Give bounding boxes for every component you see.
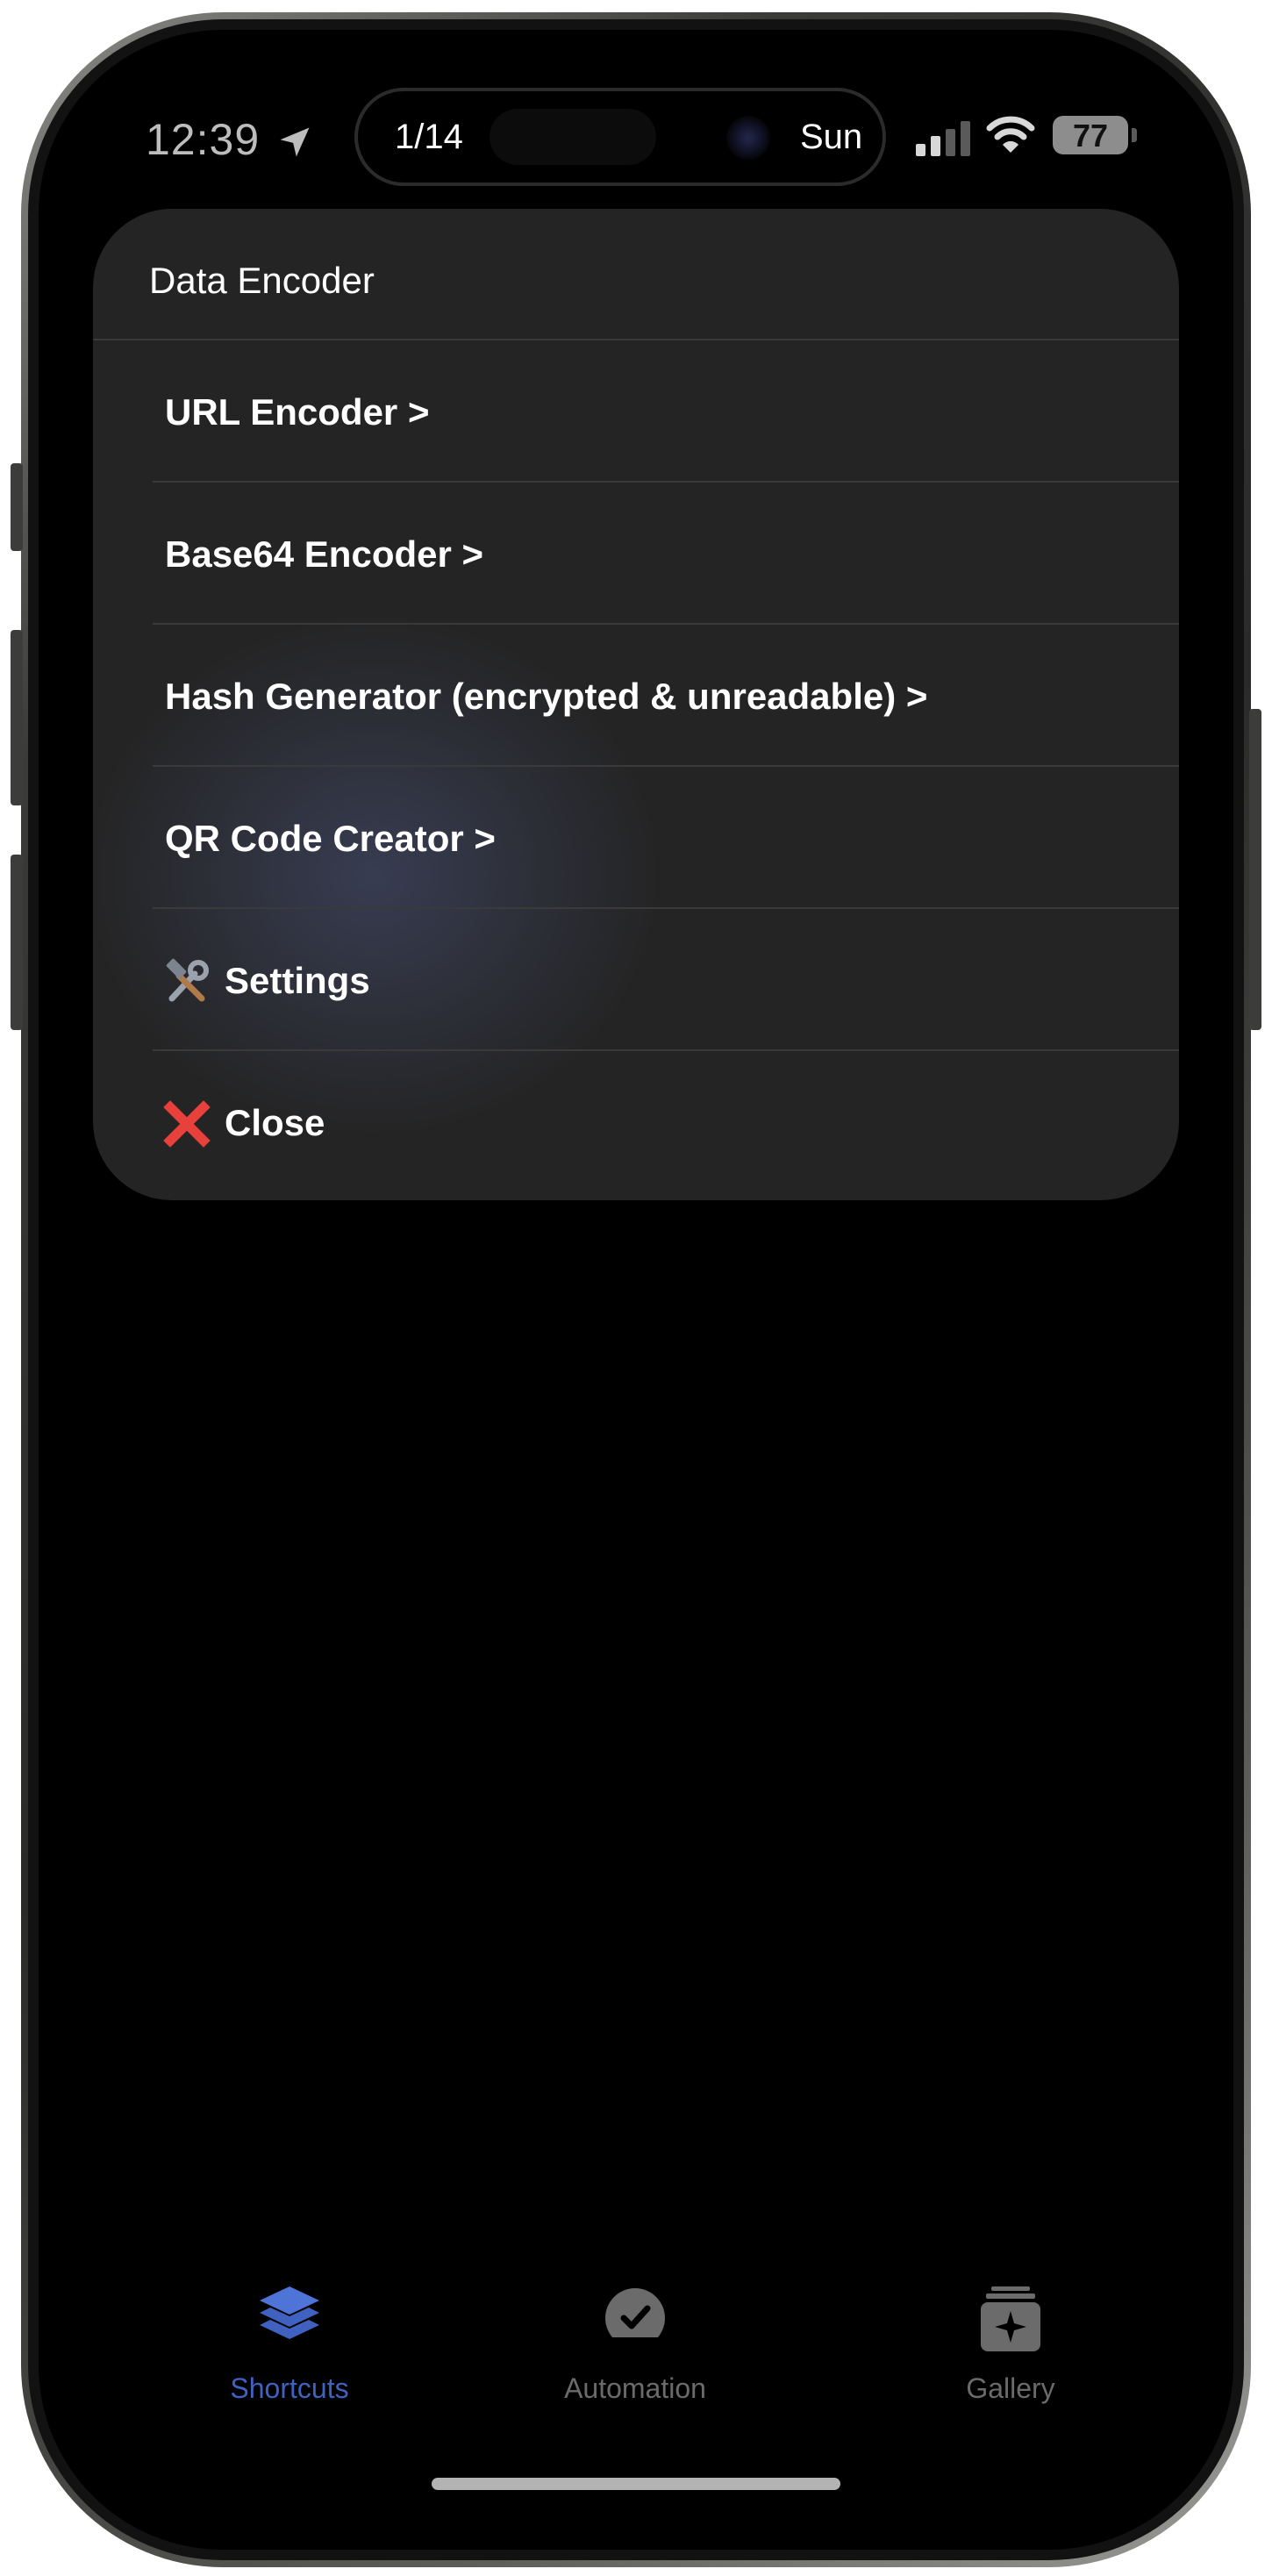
menu-item-label: Base64 Encoder > — [165, 533, 484, 575]
battery-nub — [1132, 128, 1137, 142]
gallery-sparkle-icon — [981, 2286, 1040, 2351]
stacked-layers-icon — [260, 2286, 319, 2339]
cellular-signal-icon — [916, 121, 970, 156]
menu-item-label: Settings — [225, 960, 370, 1001]
menu-item-close[interactable]: Close — [93, 1051, 1179, 1193]
menu-item-base64-encoder[interactable]: Base64 Encoder > — [93, 483, 1179, 625]
menu-item-label: Hash Generator (encrypted & unreadable) … — [165, 676, 928, 717]
status-time: 12:39 — [146, 115, 261, 164]
menu-item-label: Close — [225, 1102, 325, 1143]
menu-item-url-encoder[interactable]: URL Encoder > — [93, 340, 1179, 483]
tab-label: Shortcuts — [230, 2372, 349, 2404]
menu-title: Data Encoder — [149, 260, 375, 301]
battery-icon: 77 — [1053, 116, 1128, 154]
volume-down-button — [11, 855, 23, 1030]
menu-item-qr-code-creator[interactable]: QR Code Creator > — [93, 767, 1179, 909]
home-indicator[interactable] — [432, 2478, 840, 2490]
clock-check-icon — [605, 2288, 665, 2351]
menu-item-settings[interactable]: Settings — [93, 909, 1179, 1051]
action-button — [11, 463, 23, 551]
screen: 12:39 1/14 Sun 77 Data Encoder URL Encod… — [39, 30, 1233, 2550]
menu-item-hash-generator[interactable]: Hash Generator (encrypted & unreadable) … — [93, 625, 1179, 767]
tab-label: Gallery — [966, 2372, 1055, 2404]
island-pill — [490, 109, 656, 165]
menu-item-label: QR Code Creator > — [165, 818, 496, 859]
location-arrow-icon — [280, 127, 310, 157]
wifi-icon — [986, 116, 1035, 153]
tab-automation[interactable]: Automation — [504, 2285, 767, 2408]
menu-item-label: URL Encoder > — [165, 391, 430, 433]
battery-level: 77 — [1072, 118, 1109, 154]
menu-card: Data Encoder URL Encoder > Base64 Encode… — [93, 209, 1179, 1200]
tab-shortcuts[interactable]: Shortcuts — [158, 2285, 421, 2408]
tab-label: Automation — [564, 2372, 706, 2404]
camera-icon — [726, 116, 770, 160]
hammer-and-wrench-icon — [166, 958, 209, 1002]
tab-gallery[interactable]: Gallery — [879, 2285, 1142, 2408]
dynamic-island[interactable]: 1/14 Sun — [354, 88, 886, 186]
power-button — [1249, 709, 1261, 1030]
activity-counter: 1/14 — [395, 118, 463, 156]
activity-day: Sun — [800, 118, 863, 156]
red-x-icon — [163, 1100, 211, 1148]
volume-up-button — [11, 630, 23, 805]
